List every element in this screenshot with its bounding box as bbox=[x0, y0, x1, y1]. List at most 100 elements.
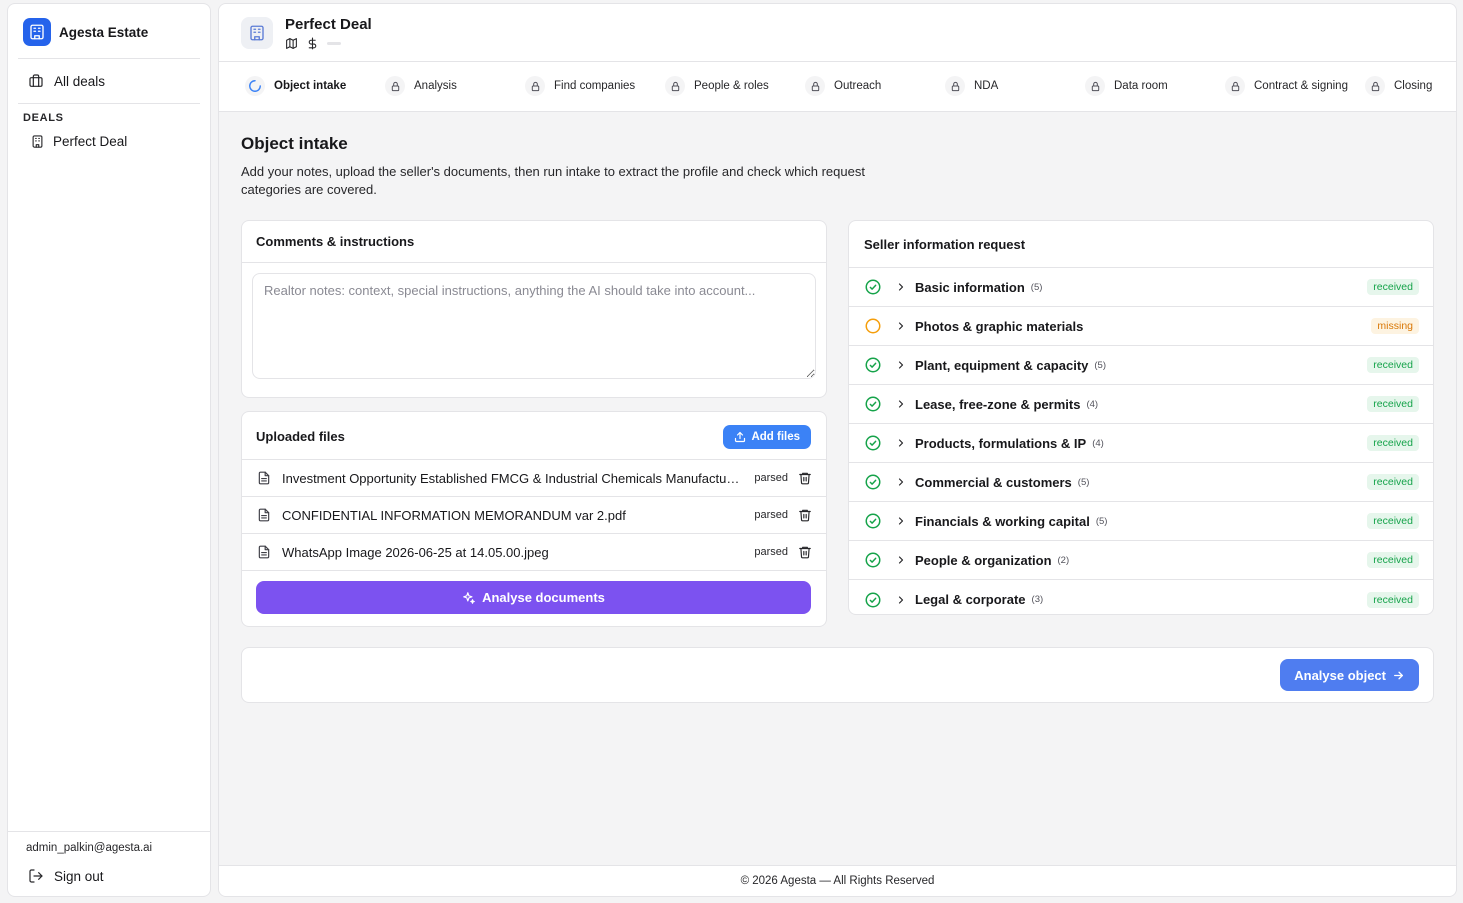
trash-icon[interactable] bbox=[798, 471, 812, 485]
seller-request-card: Seller information request Basic informa… bbox=[848, 220, 1434, 615]
uploaded-files-card: Uploaded files Add files Investment Oppo… bbox=[241, 411, 827, 627]
footer: © 2026 Agesta — All Rights Reserved bbox=[219, 865, 1456, 896]
copyright: © 2026 Agesta — All Rights Reserved bbox=[740, 875, 935, 887]
request-item[interactable]: Legal & corporate (3) received bbox=[849, 580, 1433, 619]
add-files-button[interactable]: Add files bbox=[723, 424, 811, 449]
request-item-count: (5) bbox=[1077, 476, 1090, 488]
step-label: Outreach bbox=[834, 80, 882, 92]
meta-placeholder bbox=[327, 41, 341, 45]
upload-icon bbox=[734, 431, 746, 443]
files-header: Uploaded files Add files bbox=[242, 412, 826, 460]
file-status: parsed bbox=[754, 546, 788, 558]
lock-icon bbox=[945, 76, 965, 96]
tab-people-roles[interactable]: People & roles bbox=[665, 76, 769, 96]
tab-contract-signing[interactable]: Contract & signing bbox=[1225, 76, 1348, 96]
step-label: Object intake bbox=[274, 80, 347, 92]
all-deals-label: All deals bbox=[54, 73, 106, 89]
request-item-label: Photos & graphic materials bbox=[915, 318, 1084, 334]
lock-icon bbox=[1365, 76, 1385, 96]
request-item[interactable]: Photos & graphic materials missing bbox=[849, 307, 1433, 346]
briefcase-icon bbox=[28, 73, 44, 89]
request-item-label: Legal & corporate bbox=[915, 592, 1026, 607]
page-title: Object intake bbox=[241, 134, 348, 153]
add-files-label: Add files bbox=[751, 430, 800, 443]
request-list: Basic information (5) received Photos & gra… bbox=[849, 268, 1433, 619]
request-item-count: (2) bbox=[1057, 554, 1070, 566]
step-label: Find companies bbox=[554, 80, 636, 92]
analyse-object-label: Analyse object bbox=[1294, 667, 1386, 683]
chevron-right-icon bbox=[895, 398, 907, 410]
check-circle-icon bbox=[864, 434, 882, 452]
sign-out-button[interactable]: Sign out bbox=[26, 868, 192, 884]
check-circle-icon bbox=[864, 551, 882, 569]
check-circle-icon bbox=[864, 278, 882, 296]
request-item-label: Plant, equipment & capacity bbox=[915, 357, 1089, 373]
check-circle-icon bbox=[864, 512, 882, 530]
building-icon bbox=[23, 18, 51, 46]
status-badge: received bbox=[1367, 396, 1419, 412]
check-circle-icon bbox=[864, 591, 882, 609]
dollar-icon bbox=[306, 37, 319, 50]
request-item[interactable]: Products, formulations & IP (4) received bbox=[849, 424, 1433, 463]
check-circle-icon bbox=[864, 473, 882, 491]
map-icon bbox=[285, 37, 298, 50]
tab-closing[interactable]: Closing bbox=[1365, 76, 1432, 96]
request-item[interactable]: Plant, equipment & capacity (5) received bbox=[849, 346, 1433, 385]
step-label: Closing bbox=[1394, 80, 1433, 92]
status-badge: received bbox=[1367, 513, 1419, 529]
tab-analysis[interactable]: Analysis bbox=[385, 76, 457, 96]
request-item-count: (3) bbox=[1031, 594, 1044, 605]
tab-nda[interactable]: NDA bbox=[945, 76, 998, 96]
log-out-icon bbox=[28, 868, 44, 884]
realtor-notes-input[interactable] bbox=[252, 273, 816, 379]
tab-data-room[interactable]: Data room bbox=[1085, 76, 1168, 96]
trash-icon[interactable] bbox=[798, 508, 812, 522]
sidebar-item-perfect-deal[interactable]: Perfect Deal bbox=[8, 128, 210, 155]
request-item-label: Commercial & customers bbox=[915, 474, 1072, 490]
chevron-right-icon bbox=[895, 437, 907, 449]
analyse-documents-button[interactable]: Analyse documents bbox=[256, 581, 811, 614]
workflow-stepper: Object intake Analysis Find companies Pe… bbox=[219, 62, 1456, 112]
brand[interactable]: Agesta Estate bbox=[8, 4, 210, 58]
page-description: Add your notes, upload the seller's docu… bbox=[241, 164, 865, 197]
request-item-label: Products, formulations & IP bbox=[915, 435, 1087, 451]
circle-icon bbox=[864, 317, 882, 335]
all-deals-link[interactable]: All deals bbox=[8, 65, 210, 97]
chevron-right-icon bbox=[895, 281, 907, 293]
step-label: Contract & signing bbox=[1254, 80, 1348, 92]
building-icon bbox=[30, 134, 45, 149]
lock-icon bbox=[665, 76, 685, 96]
request-item[interactable]: Lease, free-zone & permits (4) received bbox=[849, 385, 1433, 424]
lock-icon bbox=[525, 76, 545, 96]
tab-object-intake[interactable]: Object intake bbox=[245, 76, 346, 96]
deal-meta bbox=[285, 37, 372, 50]
request-item-count: (5) bbox=[1094, 359, 1106, 371]
request-item[interactable]: Financials & working capital (5) received bbox=[849, 502, 1433, 541]
file-status: parsed bbox=[754, 509, 788, 521]
request-item-label: Basic information bbox=[915, 279, 1025, 295]
chevron-right-icon bbox=[895, 594, 907, 606]
comments-title: Comments & instructions bbox=[242, 221, 826, 263]
status-badge: missing bbox=[1371, 318, 1419, 334]
trash-icon[interactable] bbox=[798, 545, 812, 559]
files-title: Uploaded files bbox=[256, 429, 345, 444]
lock-icon bbox=[385, 76, 405, 96]
tab-find-companies[interactable]: Find companies bbox=[525, 76, 635, 96]
lock-icon bbox=[1225, 76, 1245, 96]
step-label: NDA bbox=[974, 80, 999, 92]
request-item[interactable]: People & organization (2) received bbox=[849, 541, 1433, 580]
request-item-count: (5) bbox=[1095, 515, 1108, 527]
chevron-right-icon bbox=[895, 476, 907, 488]
file-row: WhatsApp Image 2026-06-25 at 14.05.00.jp… bbox=[242, 534, 826, 571]
request-item[interactable]: Commercial & customers (5) received bbox=[849, 463, 1433, 502]
tab-outreach[interactable]: Outreach bbox=[805, 76, 881, 96]
step-label: People & roles bbox=[694, 80, 769, 92]
request-item[interactable]: Basic information (5) received bbox=[849, 268, 1433, 307]
sign-out-label: Sign out bbox=[54, 868, 104, 884]
deal-header: Perfect Deal bbox=[219, 4, 1456, 62]
sparkles-icon bbox=[462, 591, 476, 605]
request-item-count: (4) bbox=[1086, 398, 1099, 410]
analyse-object-button[interactable]: Analyse object bbox=[1280, 659, 1419, 691]
step-label: Data room bbox=[1114, 80, 1168, 92]
status-badge: received bbox=[1367, 435, 1419, 451]
